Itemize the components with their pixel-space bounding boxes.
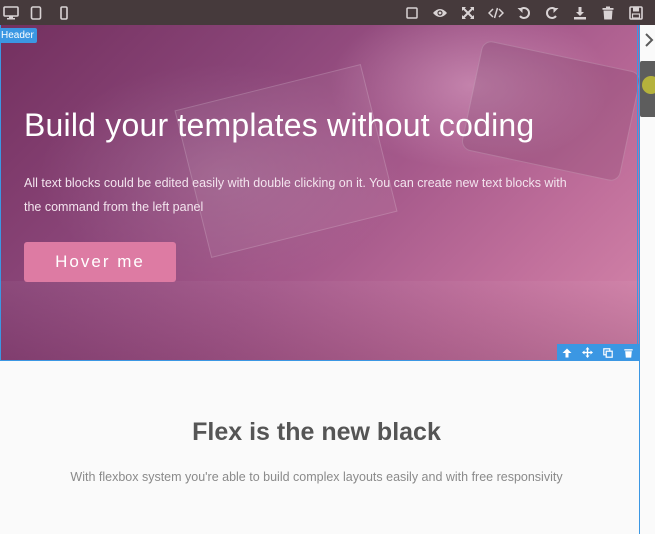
- section-title[interactable]: Flex is the new black: [0, 418, 633, 447]
- color-swatch[interactable]: [642, 76, 655, 94]
- hover-me-button[interactable]: Hover me: [24, 242, 176, 282]
- fullscreen-icon[interactable]: [457, 0, 479, 25]
- copy-icon[interactable]: [600, 344, 616, 361]
- editor-canvas: Build your templates without coding All …: [0, 25, 639, 534]
- delete-icon[interactable]: [621, 344, 637, 361]
- hero-title[interactable]: Build your templates without coding: [24, 107, 534, 144]
- undo-icon[interactable]: [513, 0, 535, 25]
- arrow-up-icon[interactable]: [559, 344, 575, 361]
- eye-icon[interactable]: [429, 0, 451, 25]
- background-paper-shape: [174, 64, 398, 258]
- move-icon[interactable]: [580, 344, 596, 361]
- section-text[interactable]: With flexbox system you're able to build…: [0, 470, 633, 484]
- desktop-icon[interactable]: [0, 0, 22, 25]
- component-toolbar: [557, 344, 639, 361]
- square-outline-icon[interactable]: [401, 0, 423, 25]
- editor-toolbar: [0, 0, 655, 25]
- background-shade: [0, 281, 639, 361]
- tablet-icon[interactable]: [25, 0, 47, 25]
- download-icon[interactable]: [569, 0, 591, 25]
- selected-component-badge: Header: [0, 28, 37, 43]
- redo-icon[interactable]: [541, 0, 563, 25]
- mobile-icon[interactable]: [53, 0, 75, 25]
- header-section[interactable]: Build your templates without coding All …: [0, 25, 639, 361]
- trash-icon[interactable]: [597, 0, 619, 25]
- chevron-right-icon[interactable]: [644, 33, 654, 47]
- hero-text[interactable]: All text blocks could be edited easily w…: [24, 171, 584, 219]
- save-icon[interactable]: [625, 0, 647, 25]
- code-icon[interactable]: [485, 0, 507, 25]
